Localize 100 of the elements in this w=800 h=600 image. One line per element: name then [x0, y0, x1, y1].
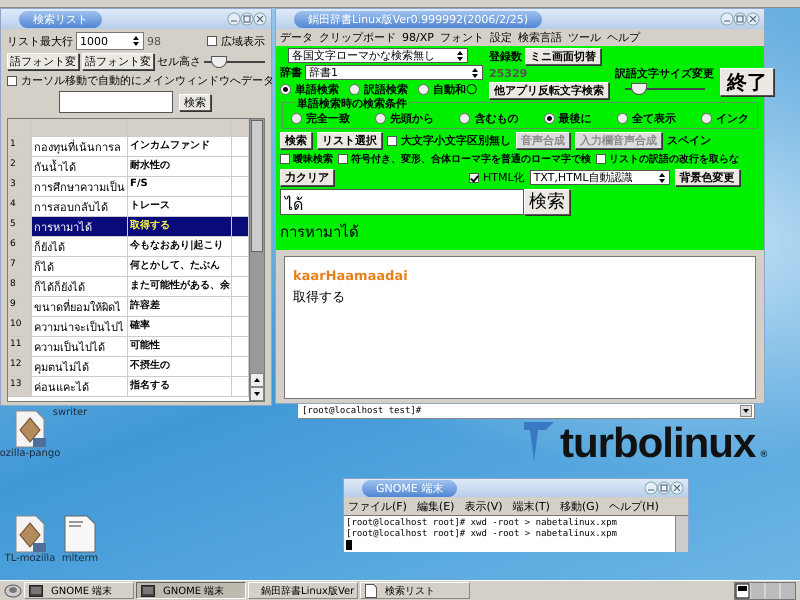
menu-item[interactable]: データ [280, 30, 313, 45]
font-change-button[interactable]: 語フォント変 [82, 53, 154, 70]
translation-cell: F/S [128, 177, 232, 196]
script-file-icon[interactable] [63, 515, 97, 553]
clear-input-button[interactable]: 力クリア [280, 169, 334, 186]
spin-arrows-icon[interactable] [132, 35, 140, 47]
action-button[interactable]: 検索 [280, 132, 312, 149]
quit-button[interactable]: 終了 [720, 68, 774, 96]
window-controls-icon[interactable] [227, 12, 267, 26]
vertical-scrollbar[interactable] [675, 516, 688, 552]
list-row[interactable]: 1 กองทุนที่เน้นการล インカムファンド [8, 137, 249, 157]
menu-item[interactable]: 表示(V) [464, 498, 503, 514]
romaji-search-select[interactable]: 各国文字ローマかな検索無し [288, 48, 468, 63]
menu-item[interactable]: クリップボード [319, 30, 396, 45]
list-row[interactable]: 6 ก็ยังได้ 今もなおあり|起こり [8, 237, 249, 257]
list-row[interactable]: 3 การศึกษาความเป็น F/S [8, 177, 249, 197]
menu-item[interactable]: 設定 [490, 30, 512, 45]
format-select[interactable]: TXT,HTML自動認識 [530, 170, 670, 185]
window-controls-icon[interactable] [644, 481, 684, 495]
window-controls-icon[interactable] [720, 12, 760, 26]
mini-screen-button[interactable]: ミニ画面切替 [525, 48, 601, 65]
thai-word-cell: การสอบกลับได้ [32, 197, 128, 216]
scroll-down-icon[interactable] [250, 387, 264, 401]
search-mode-radio[interactable]: 自動和〇 [418, 82, 477, 97]
match-condition-radio[interactable]: 完全一致 [291, 111, 350, 126]
html-checkbox[interactable]: HTML化 [469, 170, 525, 185]
scroll-up-icon[interactable] [250, 373, 264, 387]
desktop-icon-label[interactable]: TL-mozilla [4, 553, 56, 564]
search-button[interactable]: 検索 [179, 94, 211, 110]
slider-thumb[interactable] [211, 56, 228, 68]
desktop-icon-label[interactable]: ozilla-pango [0, 448, 60, 459]
scroll-down-icon[interactable] [740, 405, 752, 417]
dictionary-label: 辞書 [280, 65, 302, 80]
taskbar-button[interactable]: 鍋田辞書Linux版Ver [248, 582, 358, 599]
translation-cell: 何とかして、たぶん [128, 257, 232, 276]
option-checkbox[interactable]: 符号付き、変形、合体ローマ字を普通のローマ字で検 [338, 152, 591, 166]
list-row[interactable]: 5 การหามาได้ 取得する [8, 217, 249, 237]
background-color-button[interactable]: 背景色変更 [674, 169, 740, 186]
translation-cell: 許容差 [128, 297, 232, 316]
taskbar-button[interactable]: GNOME 端末 [136, 582, 246, 599]
workspace-pager-icon[interactable] [734, 582, 796, 600]
menu-item[interactable]: 移動(G) [560, 498, 599, 514]
menu-item[interactable]: ヘルプ [606, 30, 640, 45]
font-change-button[interactable]: 語フォント変 [7, 53, 79, 70]
reverse-search-button[interactable]: 他アプリ反転文字検索 [489, 82, 609, 99]
taskbar-button[interactable]: GNOME 端末 [24, 582, 134, 599]
match-condition-radio[interactable]: 先頭から [375, 111, 434, 126]
max-rows-spinbox[interactable]: 1000 [76, 32, 144, 50]
terminal-icon [141, 584, 155, 596]
desktop-icon-label[interactable]: swriter [52, 407, 88, 418]
list-row[interactable]: 2 กันน้ำได้ 耐水性の [8, 157, 249, 177]
desktop-icon-label[interactable]: mlterm [62, 553, 98, 564]
auto-send-checkbox[interactable]: カーソル移動で自動的にメインウィンドウへデータ [7, 73, 274, 88]
thai-word-cell: ก็ได้ [32, 257, 128, 276]
list-row[interactable]: 7 ก็ได้ 何とかして、たぶん [8, 257, 249, 277]
list-row[interactable]: 9 ขนาดที่ยอมให้ผิดไ 許容差 [8, 297, 249, 317]
search-mode-radio[interactable]: 単語検索 [280, 82, 339, 97]
max-rows-label: リスト最大行 [7, 34, 73, 48]
main-menu-icon[interactable] [4, 582, 22, 598]
thai-word-cell: คุมตนไม่ได้ [32, 357, 128, 376]
menu-item[interactable]: 検索言語 [518, 30, 562, 45]
match-condition-radio[interactable]: 全て表示 [616, 111, 676, 126]
match-condition-radio[interactable]: 含むもの [459, 111, 518, 126]
taskbar-button[interactable]: 検索リスト [360, 582, 470, 599]
query-input-field[interactable]: ได้ [280, 189, 524, 215]
list-search-field[interactable] [59, 91, 173, 113]
match-condition-radio[interactable]: インク [700, 111, 749, 126]
menu-item[interactable]: 編集(E) [416, 498, 454, 514]
slider-thumb[interactable] [630, 83, 647, 95]
shell-script-package-icon[interactable] [13, 410, 47, 448]
list-row[interactable]: 10 ความน่าจะเป็นไปไ 確率 [8, 317, 249, 337]
window-title: 検索リスト [19, 10, 102, 28]
registered-mark: ® [759, 450, 768, 460]
list-row[interactable]: 12 คุมตนไม่ได้ 不摂生の [8, 357, 249, 377]
option-checkbox[interactable]: 曖昧検索 [280, 152, 333, 166]
dictionary-select[interactable]: 辞書1 [305, 65, 483, 80]
translation-cell: 取得する [128, 217, 232, 236]
list-row[interactable]: 13 ค่อนแคะได้ 指名する [8, 377, 249, 397]
case-insensitive-checkbox[interactable]: 大文字小文字区別無し [387, 133, 511, 148]
option-checkbox[interactable]: リストの訳語の改行を取らな [596, 152, 739, 166]
match-condition-radio[interactable]: 最後に [544, 111, 592, 126]
vertical-scrollbar[interactable] [249, 119, 264, 401]
search-button[interactable]: 検索 [524, 189, 570, 215]
shell-script-package-icon[interactable] [13, 515, 47, 553]
list-row[interactable]: 11 ความเป็นไปได้ 可能性 [8, 337, 249, 357]
menu-item[interactable]: ファイル(F) [348, 498, 407, 514]
thai-word-cell: ก็ยังได้ [32, 237, 128, 256]
menu-item[interactable]: ヘルプ(H) [609, 498, 659, 514]
list-row[interactable]: 8 ก็ได้ก็ยังได้ また可能性がある、余 [8, 277, 249, 297]
menu-item[interactable]: フォント [440, 30, 484, 45]
wide-display-checkbox[interactable]: 広域表示 [207, 34, 265, 48]
window-title: GNOME 端末 [362, 480, 458, 496]
row-number: 2 [8, 157, 32, 176]
action-button[interactable]: リスト選択 [317, 132, 382, 149]
row-number: 10 [8, 317, 32, 336]
thai-word-cell: ความน่าจะเป็นไปไ [32, 317, 128, 336]
menu-item[interactable]: ツール [568, 30, 601, 45]
menu-item[interactable]: 端末(T) [512, 498, 550, 514]
search-mode-radio[interactable]: 訳語検索 [349, 82, 408, 97]
menu-item[interactable]: 98/XP [402, 31, 434, 44]
